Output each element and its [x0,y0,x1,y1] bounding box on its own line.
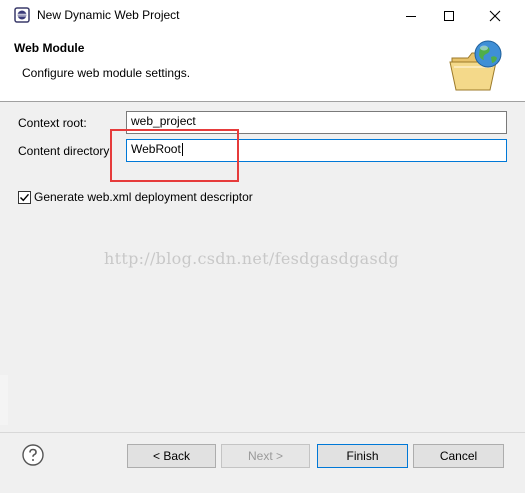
context-root-value: web_project [131,114,196,128]
window-title: New Dynamic Web Project [37,8,180,22]
finish-button[interactable]: Finish [317,444,408,468]
content-directory-label: Content directory: [18,144,113,158]
back-button-label: < Back [152,449,191,463]
close-icon[interactable] [472,0,518,31]
cancel-button-label: Cancel [439,449,478,463]
footer-separator [0,432,525,433]
help-icon[interactable] [21,443,45,467]
banner-title: Web Module [14,41,85,55]
eclipse-app-icon [14,7,30,23]
next-button-label: Next > [247,449,283,463]
generate-webxml-label[interactable]: Generate web.xml deployment descriptor [34,190,253,204]
watermark-text: http://blog.csdn.net/fesdgasdgasdg [104,249,400,268]
cancel-button[interactable]: Cancel [413,444,504,468]
context-root-label: Context root: [18,116,87,130]
finish-button-label: Finish [346,449,379,463]
banner-description: Configure web module settings. [22,66,191,80]
web-folder-globe-icon [446,36,508,94]
next-button[interactable]: Next > [221,444,310,468]
highlight-box [110,129,239,182]
back-button[interactable]: < Back [127,444,216,468]
maximize-icon[interactable] [426,0,472,31]
background-window-edge [0,375,8,425]
generate-webxml-checkbox[interactable] [18,191,31,204]
